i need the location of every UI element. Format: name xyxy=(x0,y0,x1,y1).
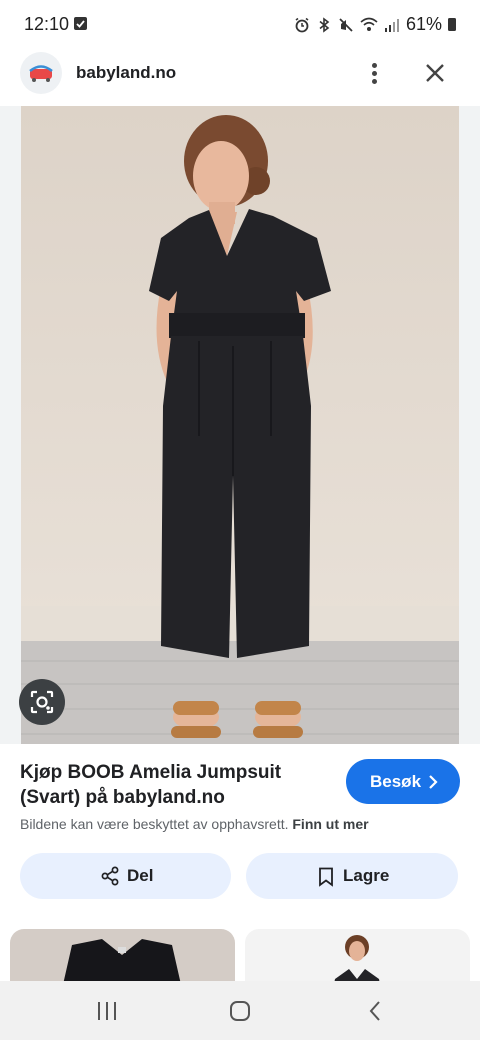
visit-button[interactable]: Besøk xyxy=(346,759,460,804)
result-title[interactable]: Kjøp BOOB Amelia Jumpsuit (Svart) på bab… xyxy=(20,760,330,810)
learn-more-link[interactable]: Finn ut mer xyxy=(292,816,368,832)
recents-icon[interactable] xyxy=(95,1000,119,1022)
share-label: Del xyxy=(127,866,154,885)
bookmark-icon xyxy=(319,867,333,887)
status-time: 12:10 xyxy=(24,14,70,34)
alarm-icon xyxy=(295,17,309,32)
home-icon[interactable] xyxy=(229,1000,251,1022)
visit-label: Besøk xyxy=(370,772,422,791)
google-lens-icon[interactable] xyxy=(19,679,65,725)
close-icon[interactable] xyxy=(420,58,450,88)
site-favicon xyxy=(20,52,62,94)
system-nav-bar xyxy=(0,981,480,1040)
save-button[interactable]: Lagre xyxy=(246,853,458,899)
mute-icon xyxy=(339,17,353,32)
status-icons: 61% xyxy=(294,14,456,35)
copyright-text: Bildene kan være beskyttet av opphavsret… xyxy=(20,816,289,832)
related-images xyxy=(0,929,480,981)
chevron-right-icon xyxy=(429,775,438,789)
battery-icon xyxy=(448,18,456,31)
related-image-2[interactable] xyxy=(245,929,470,981)
share-icon xyxy=(101,866,119,886)
site-name[interactable]: babyland.no xyxy=(76,63,176,83)
copyright-notice: Bildene kan være beskyttet av opphavsret… xyxy=(20,816,369,832)
signal-icon xyxy=(384,18,399,32)
save-label: Lagre xyxy=(343,866,390,885)
status-bar: 12:10 61% xyxy=(0,0,480,42)
result-title-line2: (Svart) på babyland.no xyxy=(20,787,225,808)
wifi-icon xyxy=(360,17,378,31)
related-image-1[interactable] xyxy=(10,929,235,981)
notification-check-icon xyxy=(74,17,87,30)
bluetooth-icon xyxy=(319,16,330,33)
product-photo[interactable] xyxy=(21,106,459,744)
battery-percent: 61% xyxy=(405,14,442,34)
more-vert-icon[interactable] xyxy=(362,58,388,88)
back-icon[interactable] xyxy=(368,1000,382,1022)
result-title-line1: Kjøp BOOB Amelia Jumpsuit xyxy=(20,762,282,783)
page-header: babyland.no xyxy=(0,42,480,106)
share-button[interactable]: Del xyxy=(20,853,231,899)
image-preview-area xyxy=(0,106,480,744)
